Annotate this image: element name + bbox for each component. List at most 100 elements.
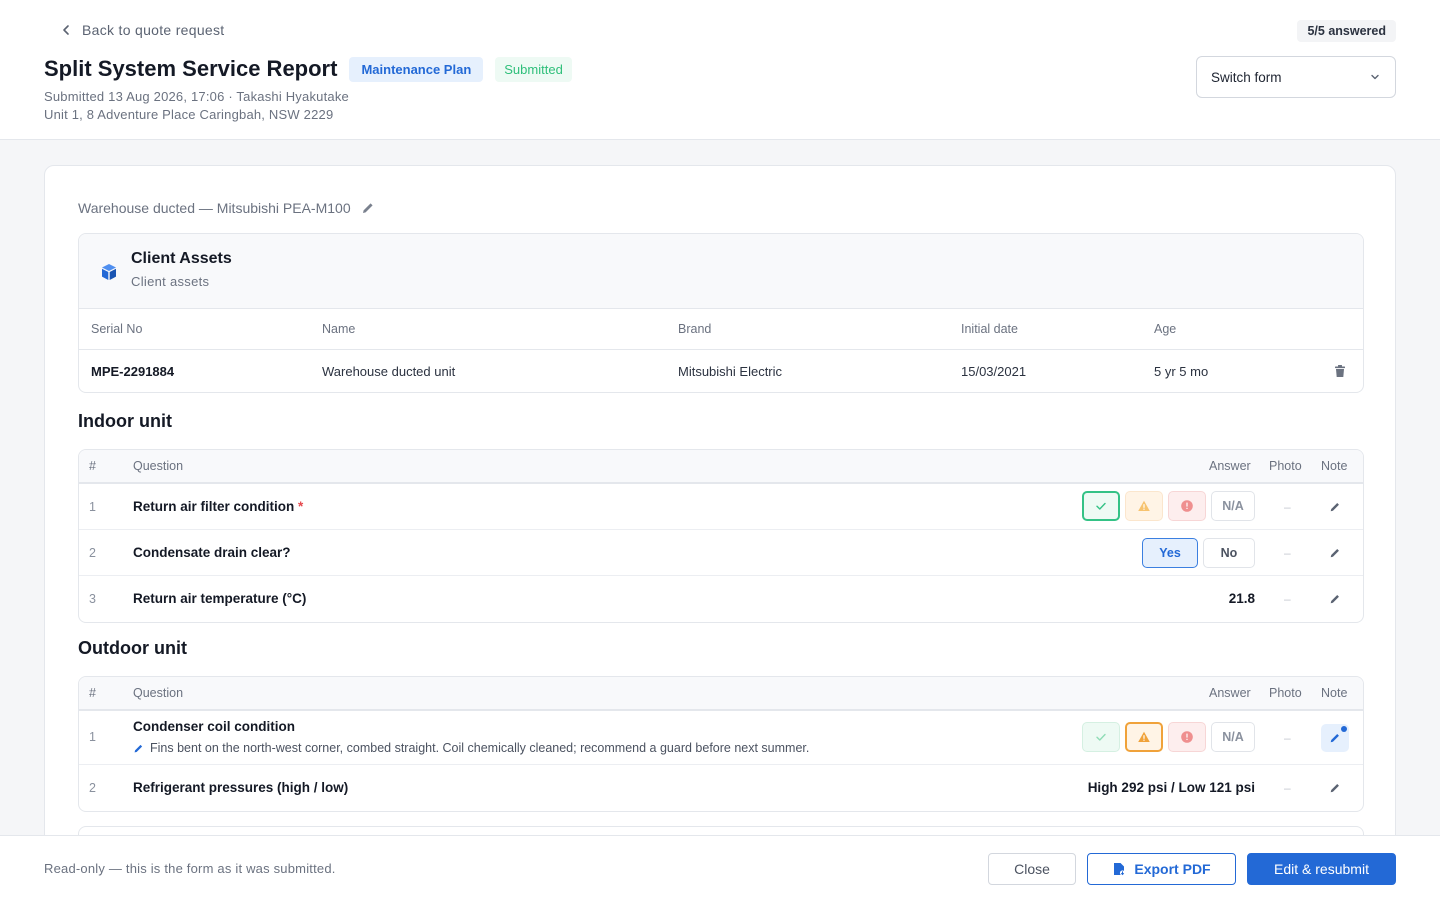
question-text: Return air temperature (°C) bbox=[133, 591, 307, 606]
col-note: Note bbox=[1321, 686, 1348, 700]
col-answer: Answer bbox=[1209, 686, 1251, 700]
pencil-icon bbox=[1330, 734, 1339, 743]
export-pdf-button[interactable]: Export PDF bbox=[1087, 853, 1236, 885]
photo-empty: – bbox=[1284, 731, 1291, 745]
question-row: 2 Condensate drain clear? Yes No – bbox=[79, 530, 1363, 576]
photo-empty: – bbox=[1284, 500, 1291, 514]
form-card: Warehouse ducted — Mitsubishi PEA-M100 C… bbox=[44, 165, 1396, 900]
unit-title: Warehouse ducted — Mitsubishi PEA-M100 bbox=[78, 200, 351, 216]
question-number: 2 bbox=[89, 546, 96, 560]
asset-brand: Mitsubishi Electric bbox=[678, 364, 783, 379]
asset-age: 5 yr 5 mo bbox=[1154, 364, 1209, 379]
note-button-active[interactable] bbox=[1321, 724, 1349, 752]
plan-badge: Maintenance Plan bbox=[349, 56, 484, 82]
question-number: 3 bbox=[89, 592, 96, 606]
warning-icon bbox=[1138, 500, 1150, 511]
answer-ok-option[interactable] bbox=[1082, 722, 1120, 752]
question-row: 2 Refrigerant pressures (high / low) Hig… bbox=[79, 765, 1363, 811]
col-age: Age bbox=[1154, 322, 1177, 336]
answer-no-option[interactable]: No bbox=[1203, 538, 1255, 568]
question-number: 1 bbox=[89, 500, 96, 514]
col-brand: Brand bbox=[678, 322, 712, 336]
indoor-unit-title: Indoor unit bbox=[78, 411, 172, 431]
chevron-down-icon bbox=[1371, 74, 1379, 80]
answered-count-badge: 5/5 answered bbox=[1297, 20, 1396, 42]
close-button[interactable]: Close bbox=[988, 853, 1076, 885]
client-assets-title: Client Assets bbox=[131, 250, 232, 267]
col-question: Question bbox=[133, 686, 184, 700]
edit-unit-pencil-icon[interactable] bbox=[361, 201, 375, 215]
answer-value: 21.8 bbox=[1228, 591, 1255, 606]
note-button[interactable] bbox=[1321, 493, 1349, 521]
note-pencil-icon bbox=[134, 744, 143, 752]
answer-ok-option[interactable] bbox=[1082, 491, 1120, 521]
photo-empty: – bbox=[1284, 546, 1291, 560]
col-photo: Photo bbox=[1269, 686, 1302, 700]
client-assets-panel: Client Assets Client assets Serial No Na… bbox=[78, 233, 1364, 393]
col-initial-date: Initial date bbox=[961, 322, 1018, 336]
note-indicator-dot bbox=[1341, 726, 1347, 732]
address-line: Unit 1, 8 Adventure Place Caringbah, NSW… bbox=[44, 107, 334, 122]
unit-title-row: Warehouse ducted — Mitsubishi PEA-M100 bbox=[78, 200, 375, 216]
chevron-left-icon bbox=[63, 25, 69, 35]
alert-circle-icon bbox=[1181, 500, 1193, 512]
trash-icon[interactable] bbox=[1333, 364, 1347, 378]
question-number: 1 bbox=[89, 730, 96, 744]
question-text: Return air filter condition * bbox=[133, 499, 303, 514]
cube-icon bbox=[102, 264, 116, 280]
photo-empty: – bbox=[1284, 781, 1291, 795]
outdoor-unit-title: Outdoor unit bbox=[78, 638, 187, 658]
client-assets-header: Client Assets Client assets bbox=[79, 234, 1363, 309]
answer-na-option[interactable]: N/A bbox=[1211, 722, 1255, 752]
note-button[interactable] bbox=[1321, 774, 1349, 802]
col-name: Name bbox=[322, 322, 356, 336]
answer-fault-option[interactable] bbox=[1168, 491, 1206, 521]
col-note: Note bbox=[1321, 459, 1348, 473]
asset-serial: MPE-2291884 bbox=[91, 364, 175, 379]
col-num: # bbox=[89, 686, 96, 700]
question-label: Return air filter condition bbox=[133, 499, 295, 514]
alert-circle-icon bbox=[1181, 731, 1193, 743]
answer-fault-option[interactable] bbox=[1168, 722, 1206, 752]
answer-value: High 292 psi / Low 121 psi bbox=[1087, 780, 1255, 795]
photo-empty: – bbox=[1284, 592, 1291, 606]
question-text: Condensate drain clear? bbox=[133, 545, 291, 560]
note-button[interactable] bbox=[1321, 539, 1349, 567]
answer-yes-option[interactable]: Yes bbox=[1142, 538, 1198, 568]
pencil-icon bbox=[1330, 503, 1339, 512]
switch-form-select[interactable]: Switch form bbox=[1196, 56, 1396, 98]
warning-icon bbox=[1138, 731, 1150, 742]
check-icon bbox=[1096, 733, 1106, 741]
asset-row: MPE-2291884 Warehouse ducted unit Mitsub… bbox=[79, 350, 1363, 392]
client-assets-subtitle: Client assets bbox=[131, 274, 210, 289]
indoor-questions-table: # Question Answer Photo Note 1 Return ai… bbox=[78, 449, 1364, 623]
back-link-label: Back to quote request bbox=[82, 22, 225, 38]
answer-na-option[interactable]: N/A bbox=[1211, 491, 1255, 521]
edit-resubmit-button[interactable]: Edit & resubmit bbox=[1247, 853, 1396, 885]
question-row: 3 Return air temperature (°C) 21.8 – bbox=[79, 576, 1363, 622]
back-link[interactable]: Back to quote request bbox=[60, 22, 225, 38]
note-button[interactable] bbox=[1321, 585, 1349, 613]
switch-form-label: Switch form bbox=[1211, 69, 1282, 85]
pencil-icon bbox=[1330, 784, 1339, 793]
document-export-icon bbox=[1114, 863, 1126, 876]
title-row: Split System Service Report Maintenance … bbox=[44, 56, 572, 82]
status-badge: Submitted bbox=[495, 56, 572, 82]
export-pdf-label: Export PDF bbox=[1134, 861, 1211, 877]
assets-column-headers: Serial No Name Brand Initial date Age bbox=[79, 309, 1363, 350]
answer-warning-option[interactable] bbox=[1125, 722, 1163, 752]
asset-initial-date: 15/03/2021 bbox=[961, 364, 1027, 379]
answer-warning-option[interactable] bbox=[1125, 491, 1163, 521]
submitted-line: Submitted 13 Aug 2026, 17:06 · Takashi H… bbox=[44, 89, 349, 104]
indoor-column-headers: # Question Answer Photo Note bbox=[79, 450, 1363, 484]
required-marker: * bbox=[298, 499, 304, 514]
footer-bar: Read-only — this is the form as it was s… bbox=[0, 835, 1440, 900]
question-row: 1 Condenser coil condition Fins bent on … bbox=[79, 711, 1363, 765]
pencil-icon bbox=[1330, 595, 1339, 604]
col-photo: Photo bbox=[1269, 459, 1302, 473]
col-serial: Serial No bbox=[91, 322, 143, 336]
outdoor-column-headers: # Question Answer Photo Note bbox=[79, 677, 1363, 711]
readonly-note: Read-only — this is the form as it was s… bbox=[44, 861, 336, 876]
page-header: Back to quote request 5/5 answered Split… bbox=[0, 0, 1440, 140]
submission-meta: Submitted 13 Aug 2026, 17:06 · Takashi H… bbox=[44, 88, 349, 124]
